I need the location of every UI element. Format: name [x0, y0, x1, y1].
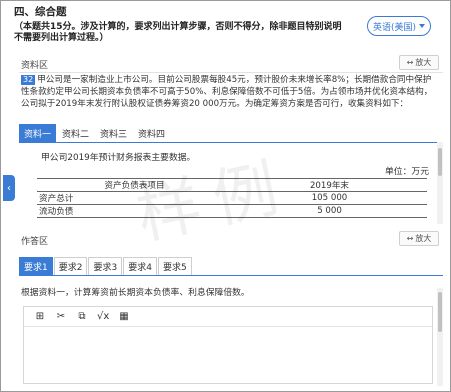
tab-material-2[interactable]: 资料二 — [57, 124, 94, 142]
scrollbar-thumb[interactable] — [438, 292, 442, 332]
tab-requirement-1[interactable]: 要求1 — [19, 257, 53, 275]
question-text: 甲公司是一家制造业上市公司。目前公司股票每股45元，预计股价未来增长率8%；长期… — [21, 75, 433, 109]
table-header-item: 资产负债表项目 — [37, 178, 232, 192]
language-select-button[interactable]: 英语(美国) — [367, 16, 431, 36]
balance-sheet-table: 资产负债表项目 2019年末 资产总计 105 000 流动负债 5 000 — [37, 178, 427, 218]
tab-requirement-5[interactable]: 要求5 — [157, 257, 192, 275]
divider — [19, 72, 443, 73]
section-instructions: （本题共15分。涉及计算的，要求列出计算步骤，否则不得分，除非题目特别说明不需要… — [14, 22, 342, 43]
material-tabs: 资料一 资料二 资料三 资料四 — [19, 124, 443, 143]
data-scrollbar[interactable] — [437, 142, 443, 224]
tab-material-3[interactable]: 资料三 — [95, 124, 132, 142]
tab-requirement-3[interactable]: 要求3 — [88, 257, 123, 275]
data-panel-label: 资料区 — [21, 61, 49, 71]
tab-material-4[interactable]: 资料四 — [133, 124, 170, 142]
copy-icon[interactable]: ⧉ — [76, 311, 88, 322]
material-caption: 甲公司2019年预计财务报表主要数据。 — [41, 153, 196, 163]
table-cell-item: 流动负债 — [37, 204, 232, 218]
table-header-year: 2019年末 — [232, 178, 427, 192]
table-cell-value: 5 000 — [232, 204, 427, 218]
question-number-badge: 32 — [21, 75, 36, 85]
table-row: 资产总计 105 000 — [37, 191, 427, 205]
unit-label: 单位：万元 — [385, 167, 429, 177]
language-label: 英语(美国) — [372, 22, 417, 33]
table-icon[interactable]: ▦ — [118, 311, 130, 322]
expand-arrows-icon: ↔ — [406, 58, 414, 67]
chevron-down-icon — [419, 24, 426, 28]
sqrt-icon[interactable]: √x — [97, 311, 109, 322]
requirement-prompt: 根据资料一，计算筹资前长期资本负债率、利息保障倍数。 — [21, 288, 250, 298]
answer-panel-label: 作答区 — [21, 237, 49, 247]
editor-toolbar: ⊞ ✂ ⧉ √x ▦ — [24, 307, 432, 327]
question-stem: 32 甲公司是一家制造业上市公司。目前公司股票每股45元，预计股价未来增长率8%；… — [21, 74, 439, 110]
data-panel: 资料区 ↔ 放大 32 甲公司是一家制造业上市公司。目前公司股票每股45元，预计股… — [19, 52, 443, 226]
tab-requirement-4[interactable]: 要求4 — [123, 257, 157, 275]
cut-icon[interactable]: ✂ — [55, 311, 67, 322]
add-icon[interactable]: ⊞ — [34, 311, 46, 322]
tab-requirement-2[interactable]: 要求2 — [53, 257, 88, 275]
chevron-left-icon: ‹ — [7, 182, 11, 194]
tab-material-1[interactable]: 资料一 — [19, 124, 57, 142]
requirement-tabs: 要求1 要求2 要求3 要求4 要求5 — [19, 257, 443, 276]
answer-panel: 作答区 ↔ 放大 要求1 要求2 要求3 要求4 要求5 根据资料一，计算筹资前… — [19, 228, 443, 389]
table-cell-item: 资产总计 — [37, 191, 232, 205]
answer-zoom-button[interactable]: ↔ 放大 — [399, 231, 439, 246]
table-row: 流动负债 5 000 — [37, 204, 427, 218]
expand-arrows-icon: ↔ — [406, 234, 414, 243]
answer-editor[interactable]: ⊞ ✂ ⧉ √x ▦ — [23, 306, 433, 384]
collapse-panel-button[interactable]: ‹ — [3, 175, 15, 201]
scrollbar-thumb[interactable] — [438, 148, 442, 176]
table-cell-value: 105 000 — [232, 191, 427, 205]
data-zoom-button[interactable]: ↔ 放大 — [399, 55, 439, 70]
answer-scrollbar[interactable] — [437, 288, 443, 386]
table-header-row: 资产负债表项目 2019年末 — [37, 178, 427, 192]
